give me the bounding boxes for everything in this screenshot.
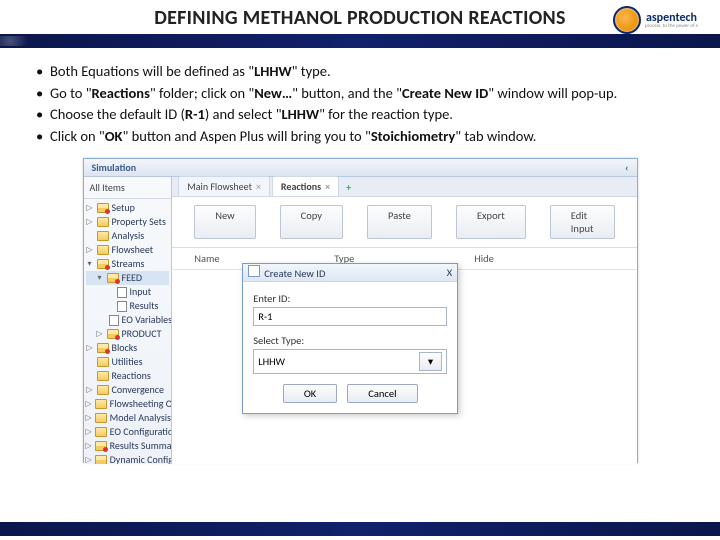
col-hide: Hide [474, 252, 494, 265]
main-panel: Main Flowsheet× Reactions× + New Copy Pa… [172, 177, 636, 464]
logo-brand: aspentech [645, 12, 698, 24]
bullet-list: Both Equations will be defined as "LHHW"… [0, 48, 720, 154]
close-icon[interactable]: × [256, 180, 261, 193]
create-new-id-dialog: Create New ID X Enter ID: R-1 Select Typ… [242, 263, 458, 414]
tree-eo-configuration[interactable]: ▷EO Configuration [86, 425, 170, 439]
tree-flowsheeting-options[interactable]: ▷Flowsheeting Options [86, 397, 170, 411]
tab-main-flowsheet[interactable]: Main Flowsheet× [178, 176, 270, 196]
slide-footer [0, 518, 720, 540]
bullet-item: Go to "Reactions" folder; click on "New…… [36, 84, 696, 104]
dialog-icon [248, 265, 260, 277]
dialog-titlebar: Create New ID X [243, 264, 457, 282]
tab-reactions[interactable]: Reactions× [272, 176, 339, 196]
tree-property-sets[interactable]: ▷Property Sets [86, 215, 170, 229]
tree-setup[interactable]: ▷Setup [86, 201, 170, 215]
type-select[interactable]: LHHW ▾ [253, 349, 447, 374]
tree-streams[interactable]: ▾Streams [86, 257, 170, 271]
ok-button[interactable]: OK [283, 384, 337, 403]
app-screenshot: Simulation ‹ All Items ▷Setup ▷Property … [83, 158, 638, 463]
slide-header: DEFINING METHANOL PRODUCTION REACTIONS a… [0, 0, 720, 30]
export-button[interactable]: Export [456, 205, 526, 239]
dialog-body: Enter ID: R-1 Select Type: LHHW ▾ OK Can… [243, 282, 457, 413]
edit-input-button[interactable]: Edit Input [550, 205, 615, 239]
tree-blocks[interactable]: ▷Blocks [86, 341, 170, 355]
nav-pane-title: Simulation [92, 161, 137, 174]
tree-utilities[interactable]: Utilities [86, 355, 170, 369]
tree-flowsheet[interactable]: ▷Flowsheet [86, 243, 170, 257]
paste-button[interactable]: Paste [367, 205, 432, 239]
tab-bar: Main Flowsheet× Reactions× + [172, 177, 636, 197]
nav-pane-header: Simulation ‹ [84, 159, 637, 177]
tree-analysis[interactable]: Analysis [86, 229, 170, 243]
logo-tagline: process, to the power of e [645, 24, 698, 29]
nav-tree: ▷Setup ▷Property Sets Analysis ▷Flowshee… [84, 199, 172, 464]
add-tab-icon[interactable]: + [341, 179, 356, 196]
toolbar: New Copy Paste Export Edit Input [172, 197, 636, 248]
decorative-ribbon-bottom [0, 522, 720, 536]
collapse-icon[interactable]: ‹ [625, 161, 628, 174]
tree-results[interactable]: Results [86, 299, 170, 313]
aspentech-logo: aspentech process, to the power of e [613, 6, 698, 34]
label-enter-id: Enter ID: [253, 292, 447, 305]
new-button[interactable]: New [194, 205, 255, 239]
bullet-item: Choose the default ID (R-1) and select "… [36, 105, 696, 125]
cancel-button[interactable]: Cancel [347, 384, 417, 403]
nav-tree-panel: All Items ▷Setup ▷Property Sets Analysis… [84, 177, 173, 464]
id-input[interactable]: R-1 [253, 307, 447, 326]
nav-all-items: All Items [84, 179, 172, 199]
tree-convergence[interactable]: ▷Convergence [86, 383, 170, 397]
tree-feed[interactable]: ▾FEED [86, 271, 170, 285]
bullet-item: Both Equations will be defined as "LHHW"… [36, 62, 696, 82]
label-select-type: Select Type: [253, 334, 447, 347]
type-value: LHHW [258, 355, 285, 368]
copy-button[interactable]: Copy [280, 205, 343, 239]
chevron-down-icon[interactable]: ▾ [419, 352, 442, 371]
tree-model-analysis[interactable]: ▷Model Analysis Tools [86, 411, 170, 425]
tree-results-summary[interactable]: ▷Results Summary [86, 439, 170, 453]
close-icon[interactable]: × [325, 180, 330, 193]
bullet-ul: Both Equations will be defined as "LHHW"… [36, 62, 696, 146]
decorative-ribbon-top [0, 34, 720, 48]
tree-input[interactable]: Input [86, 285, 170, 299]
logo-icon [613, 6, 641, 34]
tree-eo-variables[interactable]: EO Variables [86, 313, 170, 327]
tree-dynamic-configuration[interactable]: ▷Dynamic Configuration [86, 453, 170, 464]
dialog-close-button[interactable]: X [447, 266, 452, 279]
dialog-title: Create New ID [264, 267, 325, 280]
logo-text: aspentech process, to the power of e [645, 12, 698, 29]
bullet-item: Click on "OK" button and Aspen Plus will… [36, 127, 696, 147]
tree-reactions[interactable]: Reactions [86, 369, 170, 383]
tree-product[interactable]: ▷PRODUCT [86, 327, 170, 341]
